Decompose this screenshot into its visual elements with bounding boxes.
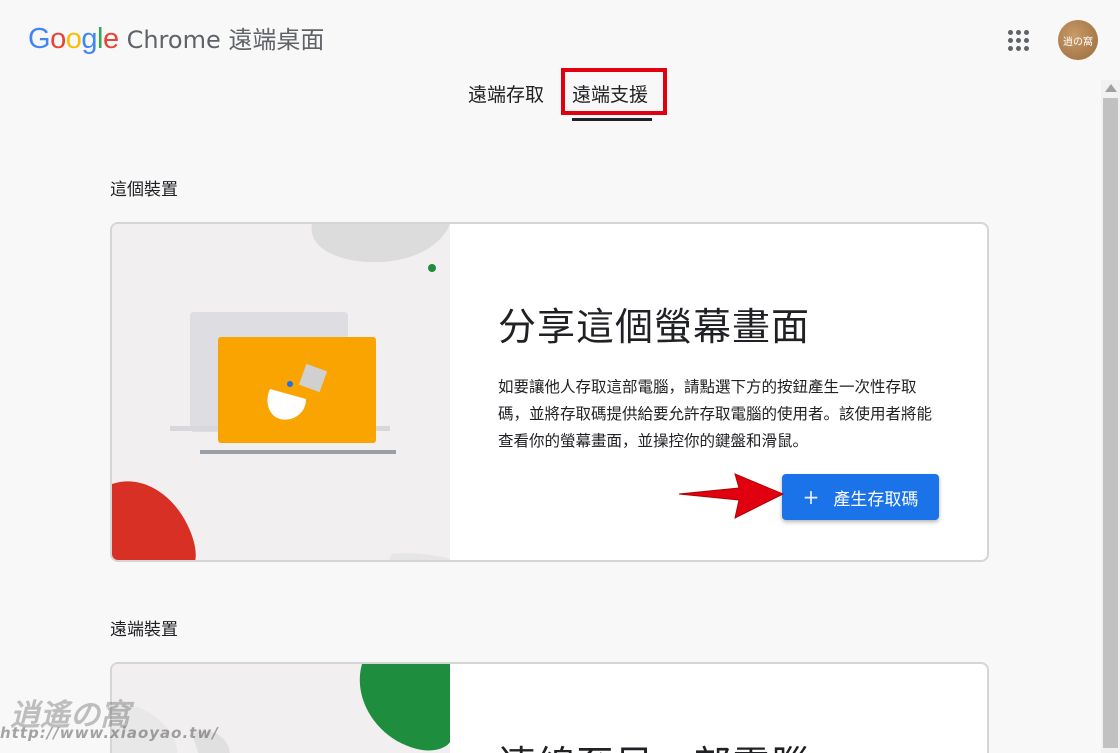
this-device-section-title: 這個裝置	[110, 180, 178, 200]
scrollbar-thumb[interactable]	[1103, 98, 1118, 748]
google-wordmark: Google	[28, 23, 119, 55]
tab-remote-access[interactable]: 遠端存取	[468, 80, 544, 107]
avatar-text: 逍の窩	[1063, 36, 1093, 48]
product-name: Chrome 遠端桌面	[126, 26, 325, 54]
generate-code-label: 產生存取碼	[833, 489, 919, 510]
tab-highlight-box	[561, 68, 667, 115]
active-tab-indicator	[572, 118, 652, 121]
red-pointer-arrow-icon	[678, 473, 785, 519]
remote-devices-section-title: 遠端裝置	[110, 620, 178, 640]
scroll-up-arrow-icon[interactable]	[1105, 84, 1117, 92]
account-avatar[interactable]: 逍の窩	[1058, 20, 1098, 60]
watermark-url: http://www.xiaoyao.tw/	[0, 724, 219, 742]
app-logo[interactable]: Google Chrome 遠端桌面	[28, 20, 324, 56]
remote-connect-card: 連線至另一部電腦	[110, 662, 989, 753]
share-screen-description: 如要讓他人存取這部電腦，請點選下方的按鈕產生一次性存取碼，並將存取碼提供給要允許…	[498, 378, 933, 450]
apps-grid-icon[interactable]	[1006, 28, 1030, 52]
share-screen-card: 分享這個螢幕畫面 如要讓他人存取這部電腦，請點選下方的按鈕產生一次性存取碼，並將…	[110, 222, 989, 562]
plus-icon: +	[802, 485, 820, 509]
generate-code-button[interactable]: + 產生存取碼	[782, 474, 939, 520]
share-screen-illustration	[112, 224, 450, 560]
app-header: Google Chrome 遠端桌面 逍の窩	[0, 0, 1120, 72]
remote-connect-heading: 連線至另一部電腦	[498, 734, 810, 753]
share-screen-heading: 分享這個螢幕畫面	[498, 305, 811, 349]
